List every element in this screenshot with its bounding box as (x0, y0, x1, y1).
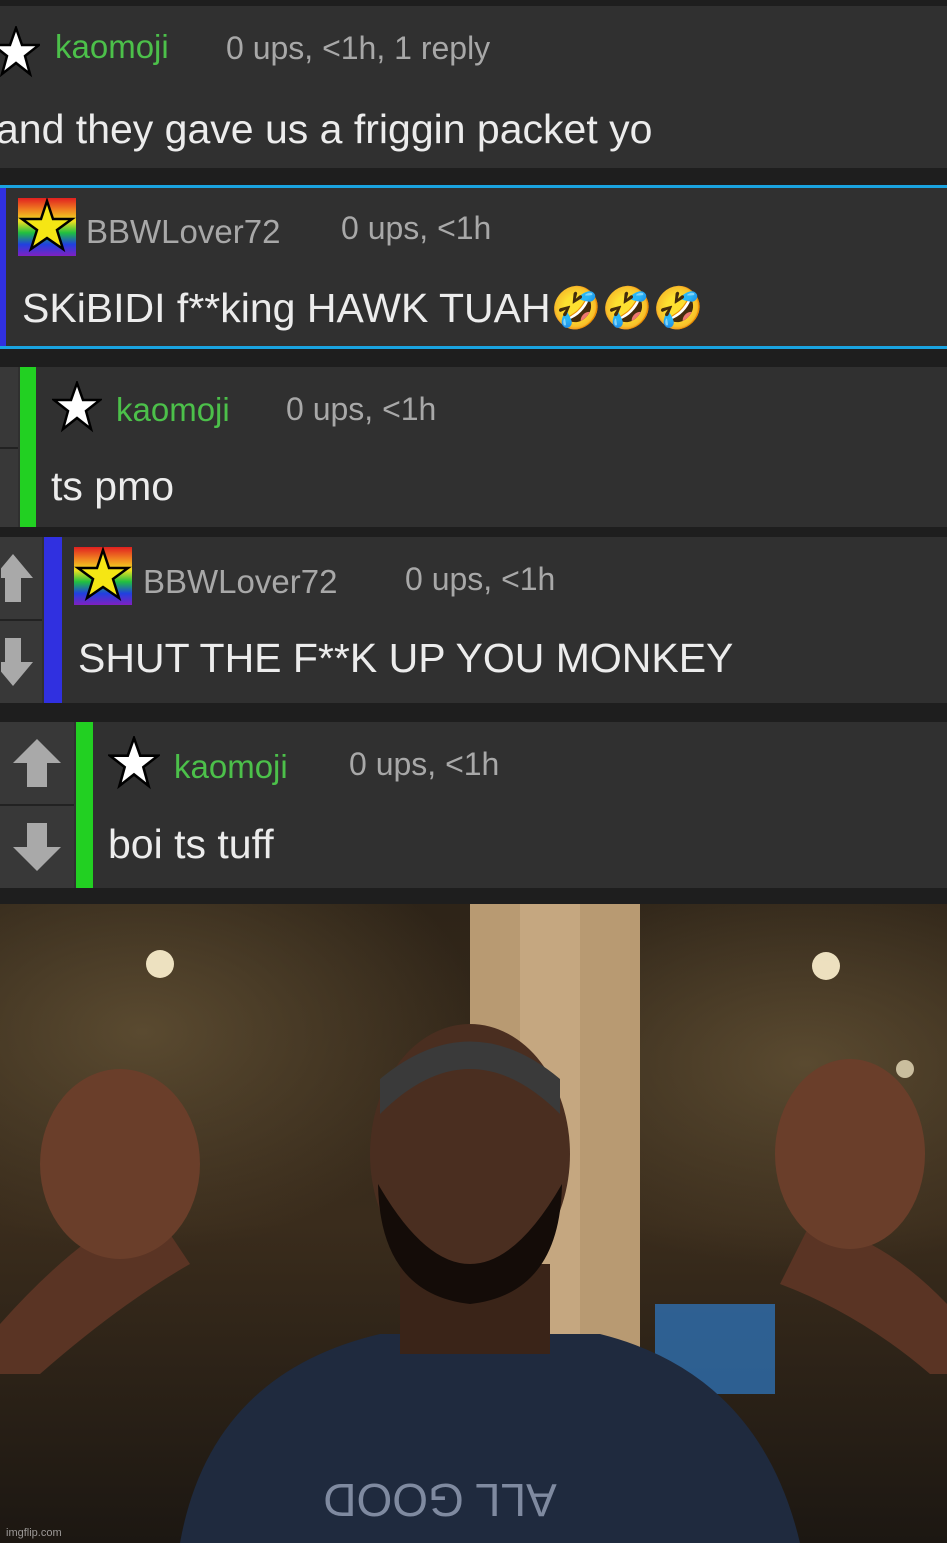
comment-text: SHUT THE F**K UP YOU MONKEY (78, 635, 734, 681)
downvote-button[interactable] (0, 621, 42, 703)
comment-4: BBWLover72 0 ups, <1h SHUT THE F**K UP Y… (0, 537, 947, 703)
comment-text: and they gave us a friggin packet yo (0, 106, 653, 152)
username[interactable]: kaomoji (174, 748, 288, 786)
shirt-text: ALL GOOD (323, 1474, 556, 1526)
up-arrow-icon (1, 554, 33, 602)
upvote-button[interactable] (0, 367, 18, 449)
username[interactable]: BBWLover72 (86, 213, 280, 251)
comment-1: kaomoji 0 ups, <1h, 1 reply and they gav… (0, 6, 947, 168)
up-arrow-icon (13, 739, 61, 787)
vote-column (0, 367, 18, 527)
username[interactable]: kaomoji (116, 391, 230, 429)
comment-text: ts pmo (51, 463, 175, 509)
comment-meta: 0 ups, <1h (405, 561, 556, 597)
comment-text: boi ts tuff (108, 821, 274, 867)
comment-meta: 0 ups, <1h (349, 746, 500, 782)
downvote-button[interactable] (0, 449, 18, 527)
username[interactable]: kaomoji (55, 28, 169, 66)
comment-meta: 0 ups, <1h, 1 reply (226, 30, 491, 66)
down-arrow-icon (13, 823, 61, 871)
comment-depth-bar (20, 367, 36, 527)
star-icon (108, 736, 160, 790)
vote-column (0, 537, 42, 703)
comment-depth-bar (76, 722, 93, 888)
photo-illustration: ALL GOOD (0, 904, 947, 1543)
down-arrow-icon (1, 638, 33, 686)
comment-depth-bar (0, 188, 6, 346)
username[interactable]: BBWLover72 (143, 563, 337, 601)
imgflip-watermark: imgflip.com (6, 1527, 62, 1539)
star-icon (52, 381, 102, 433)
upvote-button[interactable] (0, 537, 42, 621)
rainbow-star-badge-icon (74, 547, 132, 605)
comment-meta: 0 ups, <1h (341, 210, 492, 246)
comment-meta: 0 ups, <1h (286, 391, 437, 427)
reaction-photo: ALL GOOD imgflip.com (0, 904, 947, 1543)
comment-depth-bar (44, 537, 62, 703)
comment-2: BBWLover72 0 ups, <1h SKiBIDI f**king HA… (0, 185, 947, 349)
vote-column (0, 722, 74, 888)
downvote-button[interactable] (0, 806, 74, 888)
upvote-button[interactable] (0, 722, 74, 806)
star-icon (0, 26, 40, 78)
comment-3: kaomoji 0 ups, <1h ts pmo (0, 367, 947, 527)
comment-5: kaomoji 0 ups, <1h boi ts tuff (0, 722, 947, 888)
rainbow-star-badge-icon (18, 198, 76, 256)
comment-text: SKiBIDI f**king HAWK TUAH🤣🤣🤣 (22, 285, 704, 331)
